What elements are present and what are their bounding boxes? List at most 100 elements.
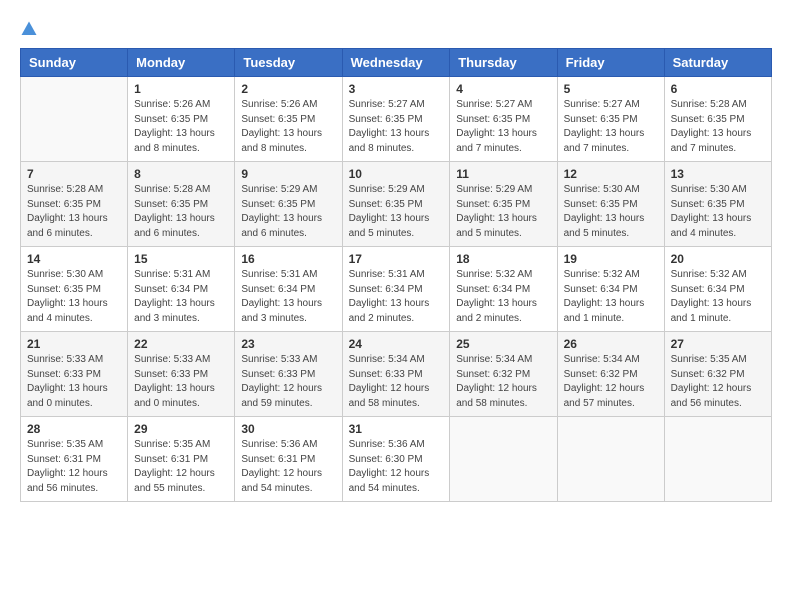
calendar-cell: 15 Sunrise: 5:31 AM Sunset: 6:34 PM Dayli… [128, 247, 235, 332]
day-number: 18 [456, 252, 550, 266]
day-info: Sunrise: 5:27 AM Sunset: 6:35 PM Dayligh… [349, 98, 444, 156]
calendar-cell: 3 Sunrise: 5:27 AM Sunset: 6:35 PM Daylig… [342, 77, 450, 162]
calendar-cell: 29 Sunrise: 5:35 AM Sunset: 6:31 PM Dayli… [128, 417, 235, 502]
day-info: Sunrise: 5:28 AM Sunset: 6:35 PM Dayligh… [27, 183, 121, 241]
calendar-cell: 23Sunrise: 5:33 AM Sunset: 6:33 PM Dayli… [235, 332, 342, 417]
calendar-cell: 25 Sunrise: 5:34 AM Sunset: 6:32 PM Dayli… [450, 332, 557, 417]
day-number: 29 [134, 422, 228, 436]
calendar-cell: 5 Sunrise: 5:27 AM Sunset: 6:35 PM Daylig… [557, 77, 664, 162]
header-day-thursday: Thursday [450, 49, 557, 77]
day-info: Sunrise: 5:31 AM Sunset: 6:34 PM Dayligh… [134, 268, 228, 326]
header-day-saturday: Saturday [664, 49, 771, 77]
day-info: Sunrise: 5:26 AM Sunset: 6:35 PM Dayligh… [241, 98, 335, 156]
day-info: Sunrise: 5:27 AM Sunset: 6:35 PM Dayligh… [456, 98, 550, 156]
day-number: 11 [456, 167, 550, 181]
day-number: 9 [241, 167, 335, 181]
calendar-cell: 13 Sunrise: 5:30 AM Sunset: 6:35 PM Dayli… [664, 162, 771, 247]
day-info: Sunrise: 5:34 AM Sunset: 6:32 PM Dayligh… [564, 353, 658, 411]
logo-icon [20, 20, 38, 38]
calendar-cell: 20 Sunrise: 5:32 AM Sunset: 6:34 PM Dayli… [664, 247, 771, 332]
day-info: Sunrise: 5:35 AM Sunset: 6:31 PM Dayligh… [134, 438, 228, 496]
day-number: 28 [27, 422, 121, 436]
calendar-cell: 28 Sunrise: 5:35 AM Sunset: 6:31 PM Dayli… [21, 417, 128, 502]
header-day-sunday: Sunday [21, 49, 128, 77]
calendar-cell: 14Sunrise: 5:30 AM Sunset: 6:35 PM Dayli… [21, 247, 128, 332]
day-info: Sunrise: 5:31 AM Sunset: 6:34 PM Dayligh… [349, 268, 444, 326]
day-info: Sunrise: 5:32 AM Sunset: 6:34 PM Dayligh… [671, 268, 765, 326]
day-number: 25 [456, 337, 550, 351]
day-number: 26 [564, 337, 658, 351]
calendar-cell: 4 Sunrise: 5:27 AM Sunset: 6:35 PM Daylig… [450, 77, 557, 162]
day-number: 16 [241, 252, 335, 266]
day-info: Sunrise: 5:30 AM Sunset: 6:35 PM Dayligh… [671, 183, 765, 241]
header-day-friday: Friday [557, 49, 664, 77]
calendar: SundayMondayTuesdayWednesdayThursdayFrid… [20, 48, 772, 502]
day-number: 4 [456, 82, 550, 96]
calendar-cell: 11 Sunrise: 5:29 AM Sunset: 6:35 PM Dayli… [450, 162, 557, 247]
calendar-cell [664, 417, 771, 502]
calendar-header-row: SundayMondayTuesdayWednesdayThursdayFrid… [21, 49, 772, 77]
day-number: 12 [564, 167, 658, 181]
day-number: 3 [349, 82, 444, 96]
day-info: Sunrise: 5:28 AM Sunset: 6:35 PM Dayligh… [671, 98, 765, 156]
day-info: Sunrise: 5:36 AM Sunset: 6:30 PM Dayligh… [349, 438, 444, 496]
day-number: 24 [349, 337, 444, 351]
calendar-week-row: 14Sunrise: 5:30 AM Sunset: 6:35 PM Dayli… [21, 247, 772, 332]
calendar-cell: 1 Sunrise: 5:26 AM Sunset: 6:35 PM Daylig… [128, 77, 235, 162]
header-day-wednesday: Wednesday [342, 49, 450, 77]
day-number: 2 [241, 82, 335, 96]
day-info: Sunrise: 5:33 AM Sunset: 6:33 PM Dayligh… [134, 353, 228, 411]
calendar-cell [21, 77, 128, 162]
calendar-cell: 21 Sunrise: 5:33 AM Sunset: 6:33 PM Dayli… [21, 332, 128, 417]
day-info: Sunrise: 5:29 AM Sunset: 6:35 PM Dayligh… [349, 183, 444, 241]
calendar-cell: 7Sunrise: 5:28 AM Sunset: 6:35 PM Daylig… [21, 162, 128, 247]
calendar-week-row: 28 Sunrise: 5:35 AM Sunset: 6:31 PM Dayli… [21, 417, 772, 502]
day-info: Sunrise: 5:31 AM Sunset: 6:34 PM Dayligh… [241, 268, 335, 326]
day-info: Sunrise: 5:29 AM Sunset: 6:35 PM Dayligh… [241, 183, 335, 241]
calendar-cell: 31 Sunrise: 5:36 AM Sunset: 6:30 PM Dayli… [342, 417, 450, 502]
day-number: 10 [349, 167, 444, 181]
day-number: 14 [27, 252, 121, 266]
day-number: 15 [134, 252, 228, 266]
day-number: 20 [671, 252, 765, 266]
day-number: 1 [134, 82, 228, 96]
calendar-cell: 9 Sunrise: 5:29 AM Sunset: 6:35 PM Daylig… [235, 162, 342, 247]
calendar-cell: 30Sunrise: 5:36 AM Sunset: 6:31 PM Dayli… [235, 417, 342, 502]
calendar-cell: 22 Sunrise: 5:33 AM Sunset: 6:33 PM Dayli… [128, 332, 235, 417]
calendar-cell: 18Sunrise: 5:32 AM Sunset: 6:34 PM Dayli… [450, 247, 557, 332]
day-info: Sunrise: 5:28 AM Sunset: 6:35 PM Dayligh… [134, 183, 228, 241]
day-info: Sunrise: 5:36 AM Sunset: 6:31 PM Dayligh… [241, 438, 335, 496]
header-day-monday: Monday [128, 49, 235, 77]
calendar-week-row: 1 Sunrise: 5:26 AM Sunset: 6:35 PM Daylig… [21, 77, 772, 162]
day-number: 23 [241, 337, 335, 351]
calendar-cell: 24Sunrise: 5:34 AM Sunset: 6:33 PM Dayli… [342, 332, 450, 417]
calendar-week-row: 7Sunrise: 5:28 AM Sunset: 6:35 PM Daylig… [21, 162, 772, 247]
day-info: Sunrise: 5:34 AM Sunset: 6:32 PM Dayligh… [456, 353, 550, 411]
day-info: Sunrise: 5:33 AM Sunset: 6:33 PM Dayligh… [27, 353, 121, 411]
header [20, 20, 772, 38]
calendar-cell: 16 Sunrise: 5:31 AM Sunset: 6:34 PM Dayli… [235, 247, 342, 332]
day-number: 13 [671, 167, 765, 181]
day-number: 21 [27, 337, 121, 351]
day-info: Sunrise: 5:30 AM Sunset: 6:35 PM Dayligh… [564, 183, 658, 241]
calendar-cell: 2 Sunrise: 5:26 AM Sunset: 6:35 PM Daylig… [235, 77, 342, 162]
day-number: 22 [134, 337, 228, 351]
calendar-cell: 26 Sunrise: 5:34 AM Sunset: 6:32 PM Dayli… [557, 332, 664, 417]
day-info: Sunrise: 5:35 AM Sunset: 6:32 PM Dayligh… [671, 353, 765, 411]
day-info: Sunrise: 5:26 AM Sunset: 6:35 PM Dayligh… [134, 98, 228, 156]
calendar-cell: 8 Sunrise: 5:28 AM Sunset: 6:35 PM Daylig… [128, 162, 235, 247]
day-info: Sunrise: 5:32 AM Sunset: 6:34 PM Dayligh… [564, 268, 658, 326]
header-day-tuesday: Tuesday [235, 49, 342, 77]
day-number: 8 [134, 167, 228, 181]
calendar-cell [450, 417, 557, 502]
day-number: 17 [349, 252, 444, 266]
day-number: 19 [564, 252, 658, 266]
day-info: Sunrise: 5:35 AM Sunset: 6:31 PM Dayligh… [27, 438, 121, 496]
day-number: 5 [564, 82, 658, 96]
calendar-cell: 12 Sunrise: 5:30 AM Sunset: 6:35 PM Dayli… [557, 162, 664, 247]
day-info: Sunrise: 5:27 AM Sunset: 6:35 PM Dayligh… [564, 98, 658, 156]
day-info: Sunrise: 5:29 AM Sunset: 6:35 PM Dayligh… [456, 183, 550, 241]
calendar-cell: 27Sunrise: 5:35 AM Sunset: 6:32 PM Dayli… [664, 332, 771, 417]
calendar-cell: 19 Sunrise: 5:32 AM Sunset: 6:34 PM Dayli… [557, 247, 664, 332]
day-number: 31 [349, 422, 444, 436]
